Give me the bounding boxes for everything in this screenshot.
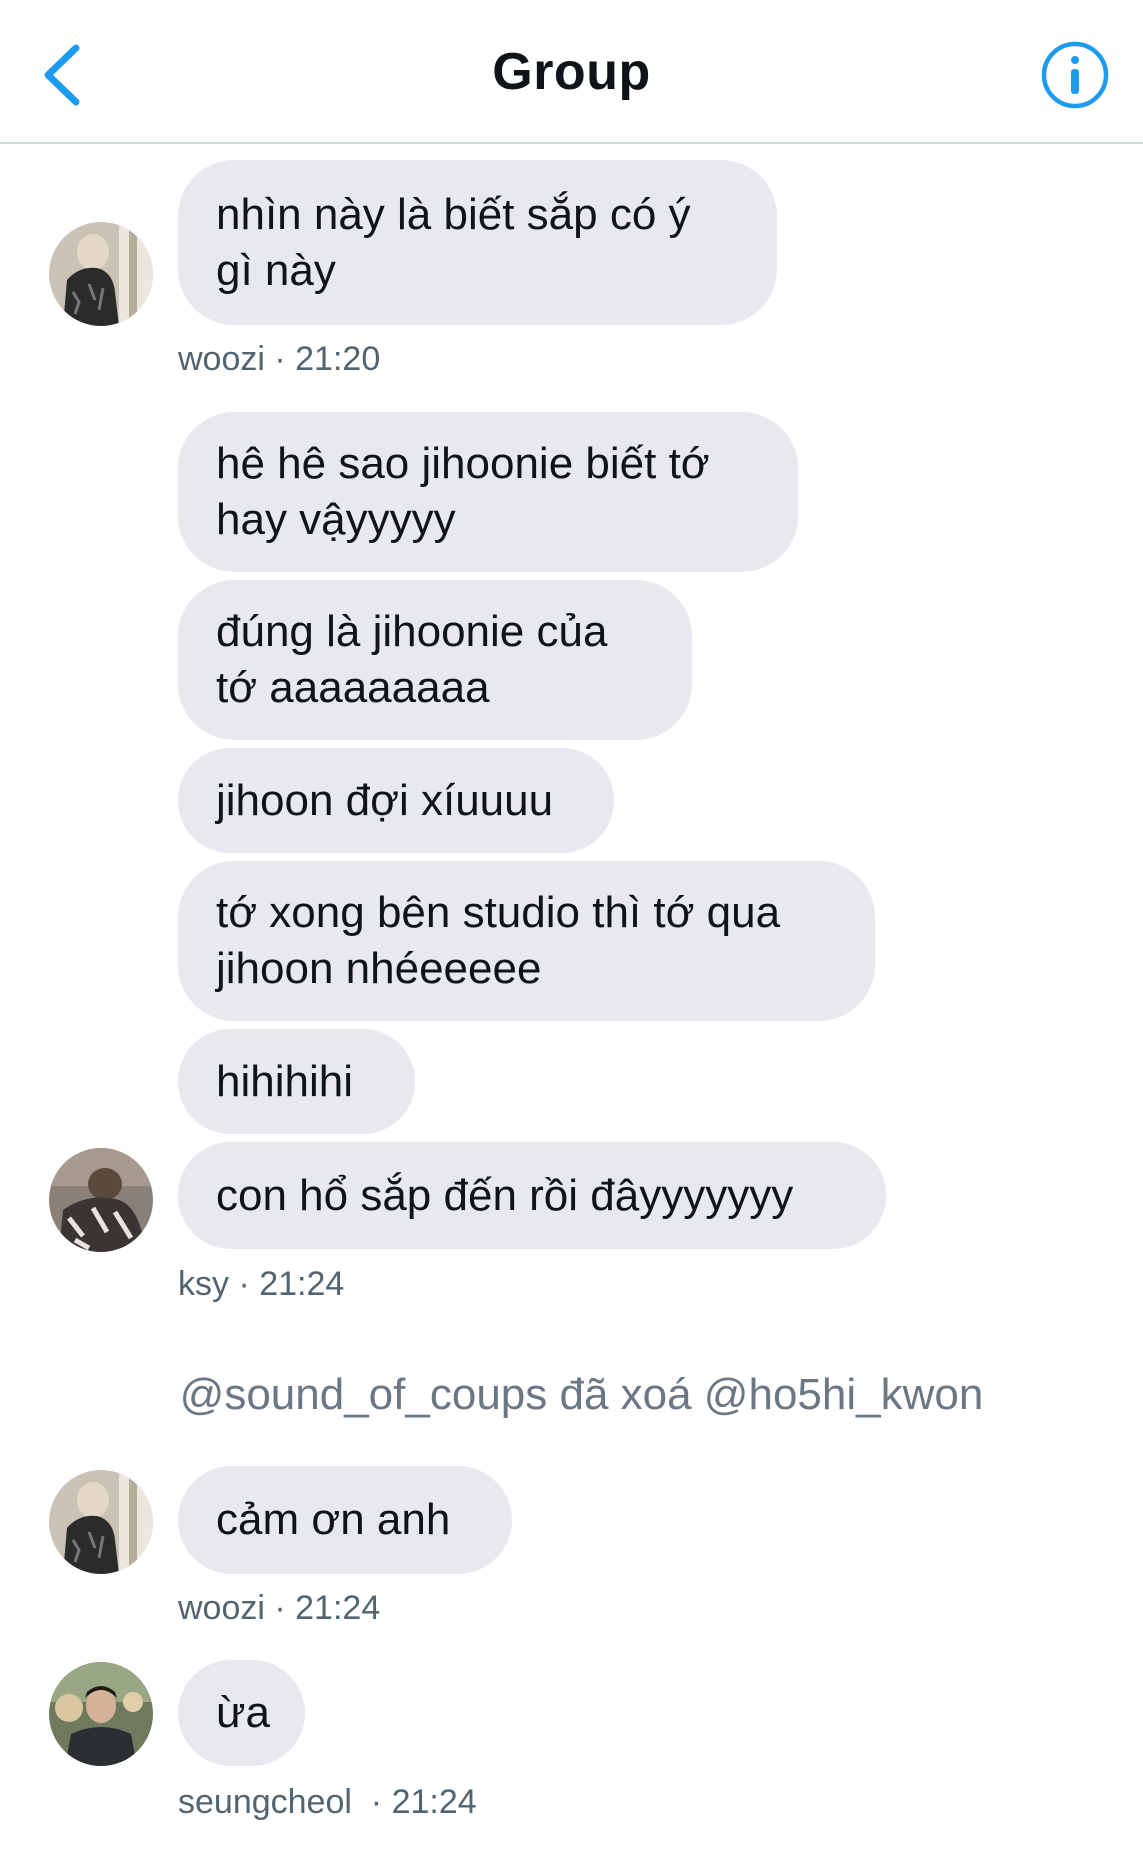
- message-meta: woozi · 21:24: [178, 1589, 381, 1627]
- message-bubble[interactable]: con hổ sắp đến rồi đâyyyyyyy: [178, 1142, 886, 1249]
- message-bubble[interactable]: jihoon đợi xíuuuu: [178, 748, 614, 853]
- message-bubble[interactable]: nhìn này là biết sắp có ý gì này: [178, 160, 777, 325]
- woozi-photo-2: [49, 1470, 153, 1574]
- message-meta: seungcheol · 21:24: [178, 1783, 477, 1821]
- message-bubble[interactable]: đúng là jihoonie của tớ aaaaaaaaa: [178, 580, 692, 740]
- seungcheol-photo: [49, 1662, 153, 1766]
- info-button[interactable]: [1040, 40, 1110, 110]
- message-meta: woozi · 21:20: [178, 340, 381, 378]
- avatar-woozi[interactable]: [49, 222, 153, 326]
- page-title: Group: [492, 43, 651, 101]
- avatar-woozi-2[interactable]: [49, 1470, 153, 1574]
- message-bubble[interactable]: hê hê sao jihoonie biết tớ hay vậyyyyy: [178, 412, 798, 572]
- system-message: @sound_of_coups đã xoá @ho5hi_kwon: [179, 1370, 984, 1419]
- avatar-ksy[interactable]: [49, 1148, 153, 1252]
- avatar-seungcheol[interactable]: [49, 1662, 153, 1766]
- info-circle-icon: [1041, 41, 1109, 109]
- message-bubble[interactable]: hihihihi: [178, 1029, 415, 1134]
- message-meta: ksy · 21:24: [178, 1265, 345, 1303]
- message-bubble[interactable]: tớ xong bên studio thì tớ qua jihoon nhé…: [178, 861, 875, 1021]
- chat-header: Group: [0, 0, 1143, 144]
- message-bubble[interactable]: cảm ơn anh: [178, 1466, 512, 1574]
- message-bubble[interactable]: ừa: [178, 1660, 305, 1766]
- woozi-photo: [49, 222, 153, 326]
- ksy-photo: [49, 1148, 153, 1252]
